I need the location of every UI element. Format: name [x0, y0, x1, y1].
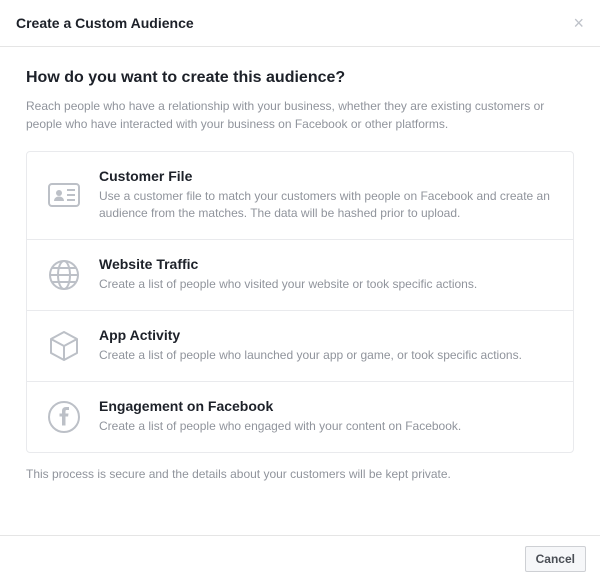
contact-card-icon: [45, 176, 83, 214]
option-website-traffic[interactable]: Website Traffic Create a list of people …: [27, 240, 573, 311]
option-desc: Create a list of people who launched you…: [99, 347, 555, 364]
cancel-button[interactable]: Cancel: [525, 546, 586, 572]
option-text: App Activity Create a list of people who…: [99, 327, 555, 364]
option-text: Website Traffic Create a list of people …: [99, 256, 555, 293]
option-desc: Use a customer file to match your custom…: [99, 188, 555, 223]
option-customer-file[interactable]: Customer File Use a customer file to mat…: [27, 152, 573, 240]
modal-header: Create a Custom Audience ×: [0, 0, 600, 47]
modal-footer: Cancel: [0, 535, 600, 582]
option-title: Website Traffic: [99, 256, 555, 272]
option-desc: Create a list of people who engaged with…: [99, 418, 555, 435]
option-engagement-facebook[interactable]: Engagement on Facebook Create a list of …: [27, 382, 573, 452]
option-desc: Create a list of people who visited your…: [99, 276, 555, 293]
question-heading: How do you want to create this audience?: [26, 69, 574, 87]
option-text: Engagement on Facebook Create a list of …: [99, 398, 555, 435]
modal-body: How do you want to create this audience?…: [0, 47, 600, 491]
facebook-icon: [45, 398, 83, 436]
modal-title: Create a Custom Audience: [16, 15, 194, 31]
intro-text: Reach people who have a relationship wit…: [26, 97, 574, 133]
option-title: Customer File: [99, 168, 555, 184]
option-text: Customer File Use a customer file to mat…: [99, 168, 555, 223]
option-app-activity[interactable]: App Activity Create a list of people who…: [27, 311, 573, 382]
cube-icon: [45, 327, 83, 365]
close-icon[interactable]: ×: [573, 14, 584, 32]
option-title: Engagement on Facebook: [99, 398, 555, 414]
globe-icon: [45, 256, 83, 294]
option-title: App Activity: [99, 327, 555, 343]
options-list: Customer File Use a customer file to mat…: [26, 151, 574, 453]
footnote-text: This process is secure and the details a…: [26, 467, 574, 481]
